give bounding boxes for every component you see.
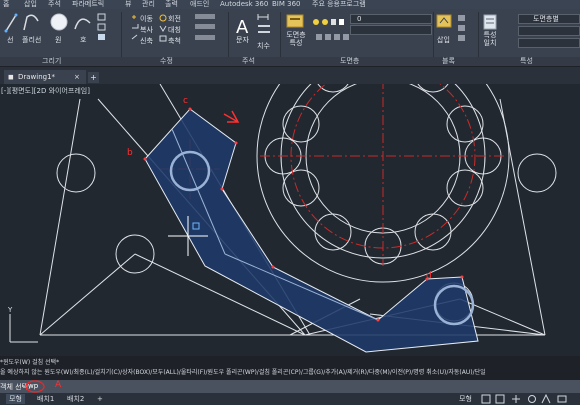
drawing-tab[interactable]: ◼ Drawing1* × (4, 70, 86, 84)
input-circle-markup (25, 380, 45, 393)
status-bar: 모형 배치1 배치2 + 모형 (0, 393, 580, 405)
panel-properties-label[interactable]: 특성 (520, 57, 533, 66)
panel-draw-label[interactable]: 그리기 (42, 57, 61, 66)
color-dropdown[interactable]: 도면층별 (518, 14, 580, 24)
circle-icon[interactable] (50, 13, 68, 31)
close-icon[interactable]: × (74, 70, 80, 84)
tab-parametric[interactable]: 파라메트릭 (72, 0, 104, 9)
block-small-icons (458, 15, 465, 41)
panel-annotation-label[interactable]: 주석 (242, 57, 255, 66)
ribbon-separator (433, 12, 434, 62)
command-history-line: 올 예상하지 않는 원도우(W)/최종(L)/걸치기(C)/상자(BOX)/모두… (0, 369, 486, 376)
copy-button[interactable]: 복사 (140, 25, 153, 35)
layer-dropdown-value: 0 (357, 15, 362, 23)
ribbon-separator (228, 12, 229, 62)
model-space-button[interactable]: 모형 (456, 394, 475, 404)
line-icon[interactable] (4, 13, 18, 33)
drawing-graphics: Y (7, 84, 557, 353)
command-line[interactable]: 객체 선택: wp A (0, 380, 580, 393)
polyline-icon[interactable] (23, 14, 39, 31)
add-layout-button[interactable]: + (94, 394, 106, 404)
tab-output[interactable]: 출력 (165, 0, 178, 9)
tab-featured-apps[interactable]: 주요 응용프로그램 (312, 0, 366, 9)
tab-home[interactable]: 홈 (3, 0, 9, 9)
annotation-d: d (426, 271, 432, 281)
rotate-button[interactable]: 회전 (168, 14, 181, 24)
ribbon-separator (121, 12, 122, 62)
panel-modify-label[interactable]: 수정 (160, 57, 173, 66)
circle-label[interactable]: 원 (55, 35, 61, 45)
document-tab-bar: ◼ Drawing1* × + (0, 67, 580, 84)
tab-view[interactable]: 뷰 (125, 0, 131, 9)
arc-icon[interactable] (74, 18, 91, 30)
tab-insert[interactable]: 삽입 (24, 0, 37, 9)
match-properties-icon[interactable] (483, 14, 497, 30)
text-label[interactable]: 문자 (236, 35, 249, 45)
tab-manage[interactable]: 관리 (142, 0, 155, 9)
drawing-canvas[interactable]: [-][평면도][2D 와이어프레임] Y b c d (0, 84, 580, 356)
tab-bim360[interactable]: BIM 360 (272, 0, 301, 9)
draw-small-icons (97, 13, 106, 40)
drawing-tab-icon: ◼ (8, 73, 14, 81)
ribbon-panel-bar: 그리기 수정 주석 도면층 블록 특성 (0, 57, 580, 66)
move-button[interactable]: 이동 (140, 14, 153, 24)
panel-block-label[interactable]: 블록 (442, 57, 455, 66)
linetype-dropdown[interactable] (518, 26, 580, 36)
annotation-c: c (183, 96, 188, 106)
mirror-button[interactable]: 대칭 (168, 25, 181, 35)
wp-selection-polygon (144, 108, 479, 353)
model-tab[interactable]: 모형 (6, 394, 25, 404)
line-label[interactable]: 선 (7, 35, 13, 45)
insert-label[interactable]: 삽입 (437, 35, 450, 45)
layout2-tab[interactable]: 배치2 (64, 394, 87, 404)
match-properties-label[interactable]: 특성 일치 (482, 31, 498, 47)
drawing-tab-label: Drawing1* (18, 73, 56, 81)
new-tab-button[interactable]: + (88, 72, 99, 83)
ribbon-separator (478, 12, 479, 62)
annotation-b: b (127, 148, 133, 158)
ribbon-tab-bar: 홈 삽입 주석 파라메트릭 뷰 관리 출력 애드인 Autodesk 360 B… (0, 0, 580, 9)
ucs-y-label: Y (7, 306, 13, 314)
layout1-tab[interactable]: 배치1 (34, 394, 57, 404)
ucs-icon (9, 314, 38, 343)
ribbon-separator (280, 12, 281, 62)
color-dropdown-value: 도면층별 (533, 15, 559, 23)
tab-annotate[interactable]: 주석 (48, 0, 61, 9)
arc-label[interactable]: 호 (80, 35, 86, 45)
layer-properties-label[interactable]: 도면층 특성 (284, 31, 308, 47)
polyline-label[interactable]: 폴리선 (22, 35, 41, 45)
insert-block-icon[interactable] (436, 14, 452, 28)
layer-state-icons (313, 19, 349, 40)
tab-autodesk360[interactable]: Autodesk 360 (220, 0, 268, 9)
stretch-button[interactable]: 신축 (140, 36, 153, 46)
command-history-line: *윈도우(W) 걸침 선택* (0, 359, 60, 366)
layer-properties-icon[interactable] (286, 14, 304, 28)
tab-addins[interactable]: 애드인 (190, 0, 209, 9)
layer-dropdown[interactable]: 0 (350, 14, 432, 24)
scale-button[interactable]: 축척 (168, 36, 181, 46)
layer-field-2[interactable] (350, 25, 432, 35)
dimension-label[interactable]: 치수 (257, 41, 270, 51)
panel-layers-label[interactable]: 도면층 (340, 57, 359, 66)
lineweight-dropdown[interactable] (518, 38, 580, 48)
annotation-a: A (55, 380, 62, 390)
status-toggle-icons[interactable] (478, 394, 578, 404)
annotation-arrow (223, 110, 240, 123)
dimension-icon[interactable] (257, 14, 270, 33)
